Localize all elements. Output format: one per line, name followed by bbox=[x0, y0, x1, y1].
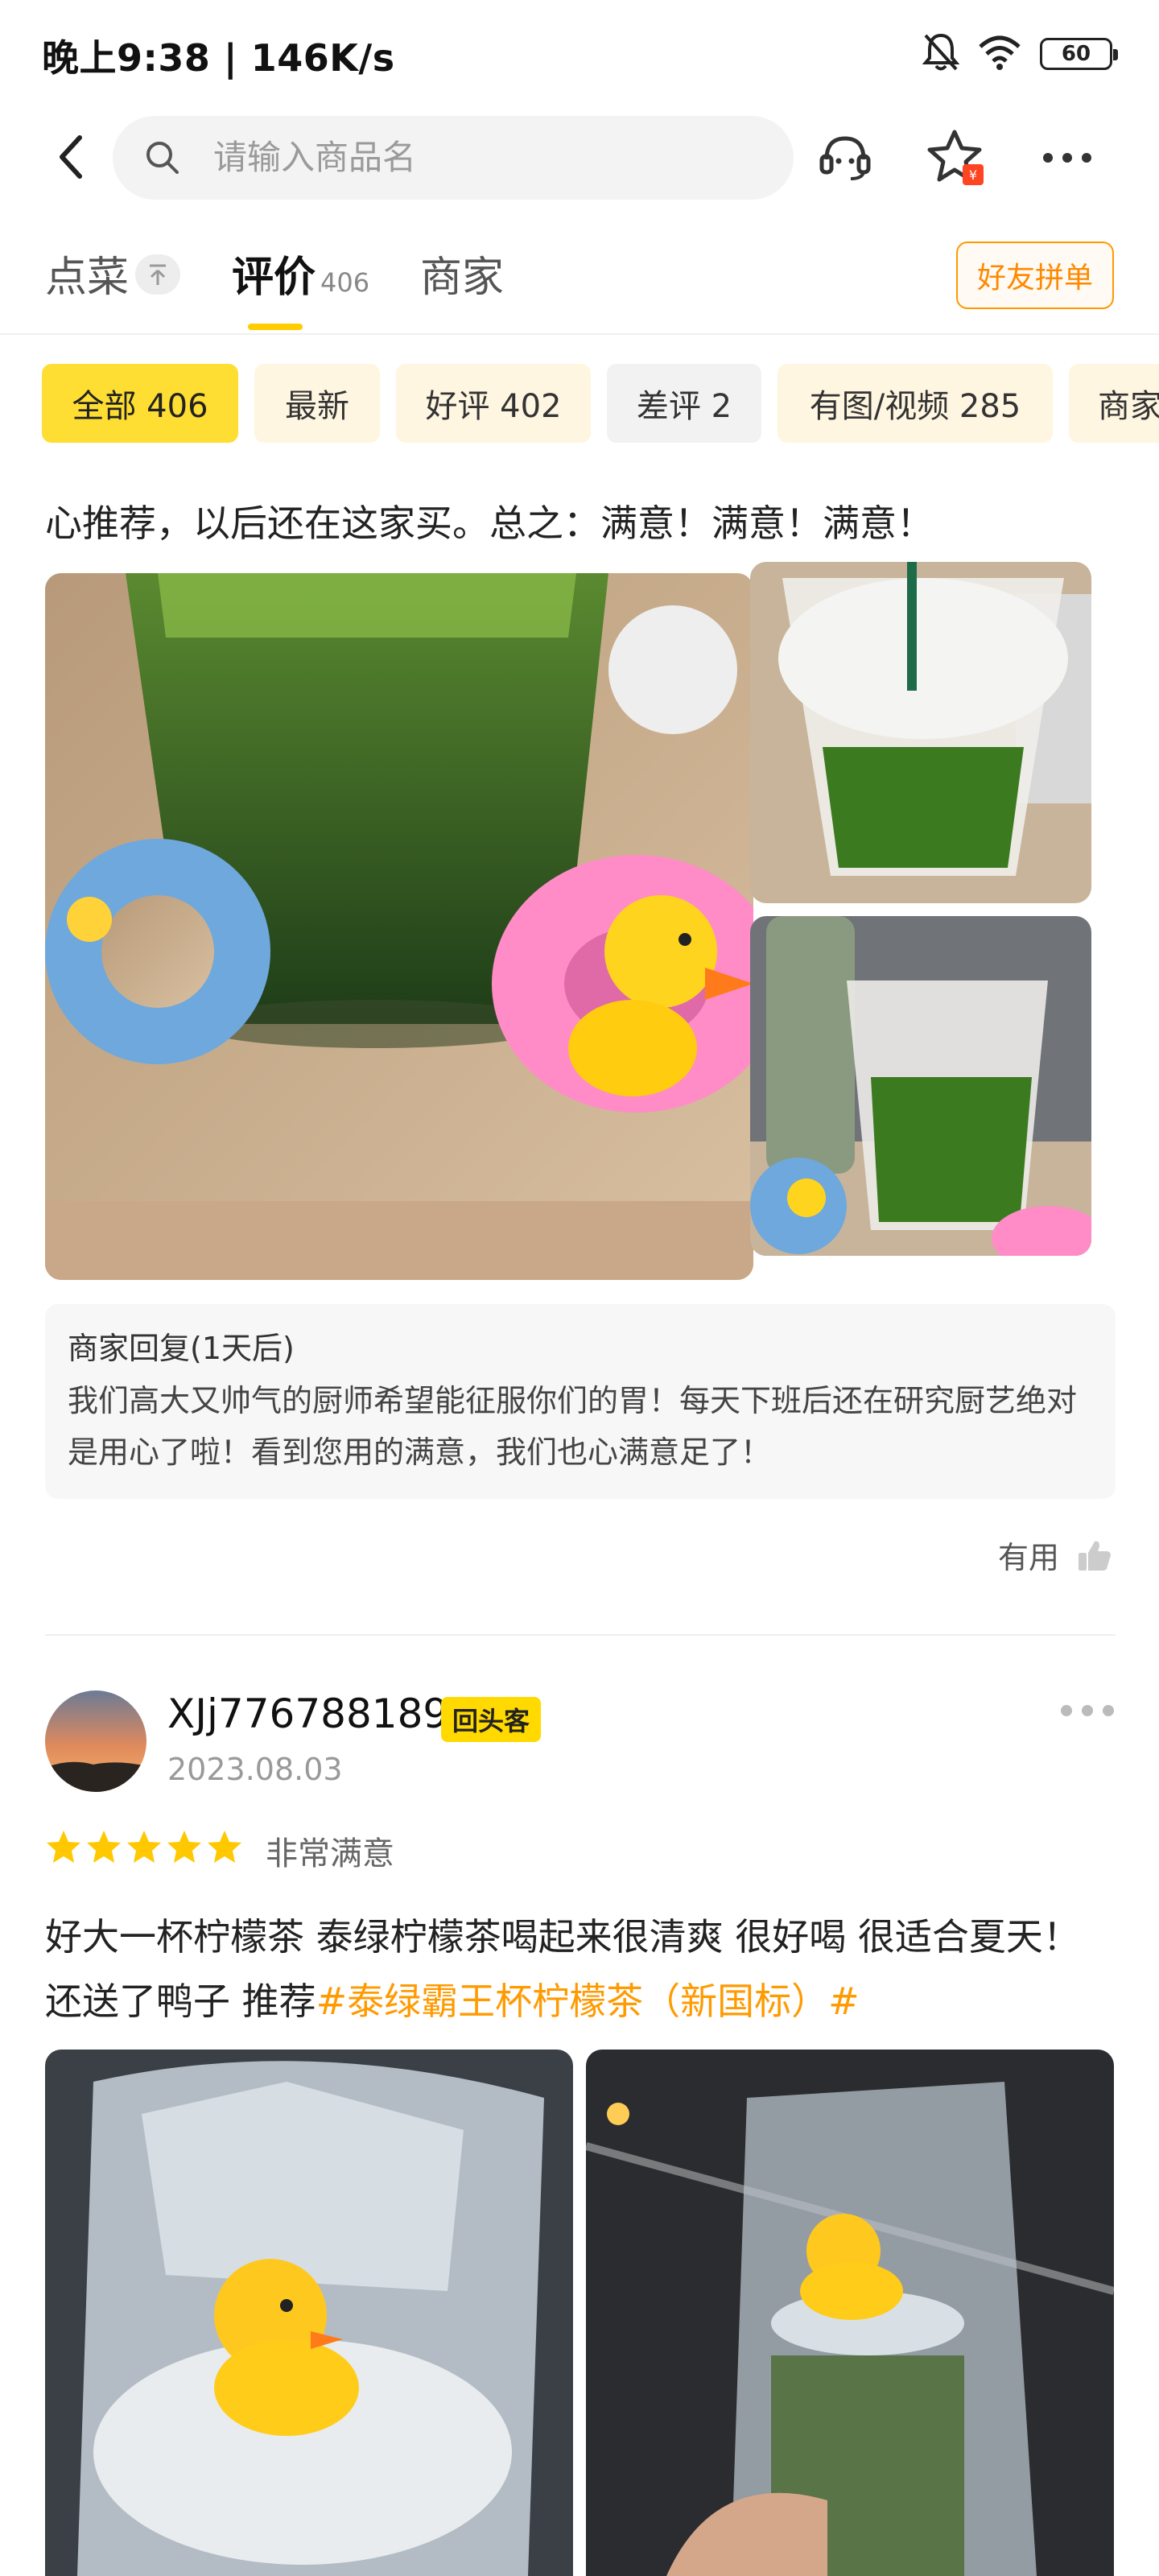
review-filter-bar: 全部 406 最新 好评 402 差评 2 有图/视频 285 商家 bbox=[0, 354, 1159, 443]
star-rating bbox=[45, 1829, 243, 1864]
wifi-icon bbox=[977, 34, 1022, 74]
star-icon bbox=[87, 1831, 121, 1863]
star-icon bbox=[127, 1831, 161, 1863]
search-bar[interactable]: 请输入商品名 bbox=[113, 116, 794, 200]
status-icons: 60 bbox=[922, 32, 1118, 76]
product-hashtag-link[interactable]: #泰绿霸王杯柠檬茶（新国标）# bbox=[316, 1979, 860, 2023]
review-date: 2023.08.03 bbox=[167, 1752, 343, 1787]
customer-service-icon bbox=[819, 136, 871, 180]
back-button[interactable] bbox=[47, 129, 95, 185]
merchant-reply-title: 商家回复(1天后) bbox=[68, 1331, 295, 1366]
review-more-button[interactable] bbox=[1061, 1705, 1114, 1716]
review2-content: 好大一杯柠檬茶 泰绿柠檬茶喝起来很清爽 很好喝 很适合夏天！还送了鸭子 推荐#泰… bbox=[45, 1905, 1116, 2033]
tab-reviews-label: 评价 bbox=[232, 254, 316, 302]
merchant-reply: 商家回复(1天后) 我们高大又帅气的厨师希望能征服你们的胃！每天下班后还在研究厨… bbox=[45, 1304, 1116, 1499]
favorite-button[interactable]: ¥ bbox=[926, 126, 990, 190]
useful-label: 有用 bbox=[997, 1540, 1059, 1575]
search-icon bbox=[146, 142, 179, 174]
star-icon bbox=[167, 1831, 201, 1863]
tab-reviews[interactable]: 评价 406 bbox=[232, 243, 369, 303]
tab-order[interactable]: 点菜 bbox=[45, 243, 129, 303]
active-tab-indicator bbox=[248, 324, 303, 330]
reviewer-username[interactable]: XJj776788189 bbox=[167, 1690, 448, 1737]
tab-order-label: 点菜 bbox=[45, 254, 130, 302]
pin-top-icon[interactable] bbox=[135, 254, 180, 295]
rating-text: 非常满意 bbox=[266, 1835, 394, 1872]
review1-photo-3[interactable] bbox=[750, 916, 1091, 1256]
svg-text:¥: ¥ bbox=[969, 167, 977, 183]
search-input[interactable]: 请输入商品名 bbox=[213, 116, 416, 200]
filter-negative[interactable]: 差评 2 bbox=[607, 364, 761, 443]
review-divider bbox=[45, 1634, 1116, 1636]
friend-group-order-button[interactable]: 好友拼单 bbox=[956, 242, 1114, 309]
filter-latest[interactable]: 最新 bbox=[254, 364, 380, 443]
thumbs-up-icon bbox=[1079, 1541, 1111, 1571]
filter-all[interactable]: 全部 406 bbox=[42, 364, 238, 443]
useful-button[interactable]: 有用 bbox=[998, 1533, 1112, 1577]
battery-level: 60 bbox=[1061, 42, 1091, 66]
tab-merchant-label: 商家 bbox=[420, 254, 505, 302]
favorite-star-icon: ¥ bbox=[927, 130, 984, 185]
status-time-speed: 晚上9:38 | 146K/s bbox=[42, 36, 395, 80]
star-icon bbox=[208, 1831, 241, 1863]
tab-bar: 点菜 评价 406 商家 好友拼单 bbox=[0, 233, 1159, 335]
merchant-reply-body: 我们高大又帅气的厨师希望能征服你们的胃！每天下班后还在研究厨艺绝对是用心了啦！看… bbox=[68, 1383, 1078, 1470]
mute-bell-icon bbox=[922, 32, 960, 76]
avatar[interactable] bbox=[45, 1690, 146, 1792]
star-icon bbox=[47, 1831, 80, 1863]
tab-merchant[interactable]: 商家 bbox=[420, 243, 504, 303]
filter-merchant[interactable]: 商家 bbox=[1069, 364, 1159, 443]
review2-photo-1[interactable] bbox=[45, 2050, 573, 2576]
status-bar: 晚上9:38 | 146K/s 60 bbox=[0, 0, 1159, 105]
filter-media[interactable]: 有图/视频 285 bbox=[777, 364, 1053, 443]
search-header: 请输入商品名 ¥ bbox=[0, 105, 1159, 209]
tab-reviews-count: 406 bbox=[320, 267, 370, 298]
repeat-customer-badge: 回头客 bbox=[441, 1697, 542, 1742]
review1-photo-1[interactable] bbox=[45, 573, 753, 1280]
review1-photo-2[interactable] bbox=[750, 562, 1091, 903]
battery-icon: 60 bbox=[1040, 38, 1118, 70]
more-icon bbox=[1043, 153, 1091, 163]
review2-photo-2[interactable] bbox=[586, 2050, 1114, 2576]
review1-text-tail: 心推荐，以后还在这家买。总之：满意！满意！满意！ bbox=[45, 502, 934, 545]
customer-service-button[interactable] bbox=[813, 126, 877, 190]
filter-positive[interactable]: 好评 402 bbox=[396, 364, 591, 443]
more-button[interactable] bbox=[1035, 126, 1099, 190]
back-arrow-icon bbox=[60, 135, 82, 179]
